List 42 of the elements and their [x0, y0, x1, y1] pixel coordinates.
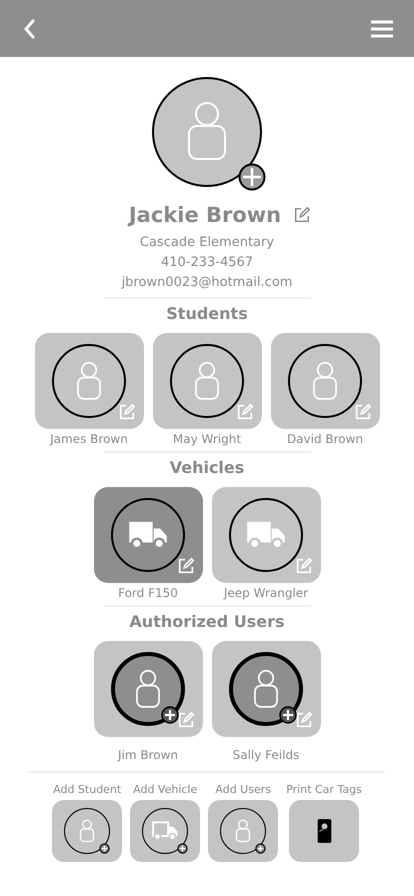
school-name: Cascade Elementary — [140, 234, 274, 252]
plus-icon — [177, 843, 188, 854]
action-label: Add Vehicle — [133, 783, 198, 796]
vehicle-name: Jeep Wrangler — [224, 585, 308, 601]
add-button[interactable] — [208, 800, 278, 862]
edit-icon[interactable] — [176, 711, 194, 729]
truck-icon — [127, 520, 169, 550]
profile-name: Jackie Brown — [128, 203, 282, 227]
print-tags-button[interactable] — [289, 800, 359, 862]
student-card[interactable] — [270, 333, 380, 429]
door-hanger-icon — [316, 819, 332, 843]
truck-icon — [245, 520, 287, 550]
back-icon[interactable] — [23, 18, 35, 38]
student-card[interactable] — [34, 333, 144, 429]
action-label: Add Users — [215, 783, 271, 796]
add-photo-icon[interactable] — [238, 163, 266, 191]
student-name: David Brown — [286, 431, 364, 447]
student-card[interactable] — [152, 333, 262, 429]
vehicle-card[interactable] — [94, 487, 202, 583]
menu-icon[interactable] — [371, 20, 393, 38]
user-name: Sally Feilds — [232, 747, 300, 763]
vehicle-name: Ford F150 — [118, 585, 178, 601]
user-card[interactable] — [94, 641, 202, 737]
vehicle-card[interactable] — [212, 487, 320, 583]
add-button[interactable] — [130, 800, 200, 862]
section-title: Students — [166, 303, 248, 325]
action-label: Add Student — [53, 783, 122, 796]
phone-number: 410-233-4567 — [160, 254, 254, 272]
action-label: Print Car Tags — [286, 783, 362, 796]
email-address: jbrown0023@hotmail.com — [122, 274, 292, 292]
section-title: Vehicles — [170, 457, 244, 479]
edit-icon[interactable] — [294, 711, 312, 729]
user-card[interactable] — [212, 641, 320, 737]
plus-icon — [99, 843, 110, 854]
section-title: Authorized Users — [129, 611, 285, 633]
student-name: James Brown — [50, 431, 128, 447]
plus-icon[interactable] — [278, 706, 296, 724]
user-name: Jim Brown — [118, 747, 178, 763]
truck-icon — [151, 821, 180, 841]
student-name: May Wright — [172, 431, 242, 447]
add-button[interactable] — [52, 800, 122, 862]
plus-icon — [255, 843, 266, 854]
